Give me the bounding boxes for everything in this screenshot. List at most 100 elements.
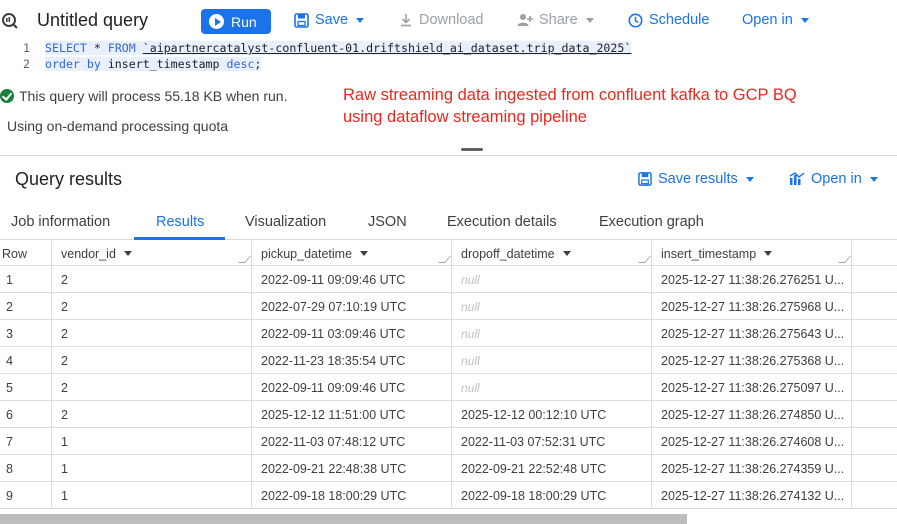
cell-dropoff-datetime[interactable]: null	[452, 320, 652, 347]
cell-insert-timestamp[interactable]: 2025-12-27 11:38:26.275643 U...	[652, 320, 852, 347]
cell-insert-timestamp[interactable]: 2025-12-27 11:38:26.274850 U...	[652, 401, 852, 428]
row-number: 5	[0, 374, 52, 401]
sql-keyword: FROM	[107, 41, 136, 55]
sort-menu-icon[interactable]	[123, 251, 132, 256]
save-button[interactable]: Save	[294, 12, 365, 28]
column-header-insert-timestamp[interactable]: insert_timestamp	[652, 241, 852, 266]
schedule-button[interactable]: Schedule	[628, 12, 709, 28]
cell-dropoff-datetime[interactable]: null	[452, 293, 652, 320]
query-tab-title[interactable]: Untitled query	[37, 10, 148, 31]
table-row[interactable]: 1 2 2022-09-11 09:09:46 UTC null 2025-12…	[0, 266, 897, 293]
download-button[interactable]: Download	[399, 12, 484, 28]
share-label: Share	[539, 12, 578, 28]
cell-dropoff-datetime[interactable]: 2022-09-18 18:00:29 UTC	[452, 482, 652, 509]
save-results-button[interactable]: Save results	[638, 171, 754, 187]
sql-editor[interactable]: 1 SELECT * FROM `aipartnercatalyst-confl…	[0, 40, 897, 76]
cell-vendor-id[interactable]: 1	[52, 428, 252, 455]
column-header-extra	[852, 241, 897, 266]
table-row[interactable]: 5 2 2022-09-11 09:09:46 UTC null 2025-12…	[0, 374, 897, 401]
cell-pickup-datetime[interactable]: 2022-09-18 18:00:29 UTC	[252, 482, 452, 509]
sql-text: *	[86, 41, 108, 55]
cell-vendor-id[interactable]: 2	[52, 320, 252, 347]
cell-vendor-id[interactable]: 2	[52, 347, 252, 374]
cell-pickup-datetime[interactable]: 2022-09-11 09:09:46 UTC	[252, 374, 452, 401]
row-number: 6	[0, 401, 52, 428]
open-in-button[interactable]: Open in	[742, 12, 809, 28]
cell-dropoff-datetime[interactable]: null	[452, 374, 652, 401]
chevron-down-icon	[585, 17, 594, 23]
divider	[0, 155, 897, 156]
cell-pickup-datetime[interactable]: 2022-11-23 18:35:54 UTC	[252, 347, 452, 374]
cell-insert-timestamp[interactable]: 2025-12-27 11:38:26.276251 U...	[652, 266, 852, 293]
column-header-dropoff-datetime[interactable]: dropoff_datetime	[452, 241, 652, 266]
code-text: SELECT * FROM `aipartnercatalyst-conflue…	[45, 41, 632, 55]
table-row[interactable]: 7 1 2022-11-03 07:48:12 UTC 2022-11-03 0…	[0, 428, 897, 455]
table-row[interactable]: 9 1 2022-09-18 18:00:29 UTC 2022-09-18 1…	[0, 482, 897, 509]
cell-pickup-datetime[interactable]: 2022-09-11 03:09:46 UTC	[252, 320, 452, 347]
cell-dropoff-datetime[interactable]: 2025-12-12 00:12:10 UTC	[452, 401, 652, 428]
column-resize-handle[interactable]	[838, 256, 851, 263]
table-row[interactable]: 2 2 2022-07-29 07:10:19 UTC null 2025-12…	[0, 293, 897, 320]
column-header-vendor-id[interactable]: vendor_id	[52, 241, 252, 266]
active-tab-indicator	[134, 237, 225, 240]
sql-keyword: order by	[45, 57, 101, 71]
sql-text: insert_timestamp	[100, 57, 227, 71]
share-button[interactable]: Share	[517, 12, 594, 28]
tab-execution-graph[interactable]: Execution graph	[599, 214, 704, 230]
cell-insert-timestamp[interactable]: 2025-12-27 11:38:26.274132 U...	[652, 482, 852, 509]
cell-vendor-id[interactable]: 2	[52, 374, 252, 401]
table-row[interactable]: 4 2 2022-11-23 18:35:54 UTC null 2025-12…	[0, 347, 897, 374]
cell-vendor-id[interactable]: 1	[52, 455, 252, 482]
cell-pickup-datetime[interactable]: 2022-11-03 07:48:12 UTC	[252, 428, 452, 455]
results-tabs: Job information Results Visualization JS…	[0, 206, 897, 240]
cell-vendor-id[interactable]: 1	[52, 482, 252, 509]
cell-insert-timestamp[interactable]: 2025-12-27 11:38:26.274359 U...	[652, 455, 852, 482]
tab-execution-details[interactable]: Execution details	[447, 214, 557, 230]
sql-keyword: SELECT	[45, 41, 87, 55]
validation-message: This query will process 55.18 KB when ru…	[0, 88, 287, 104]
cell-vendor-id[interactable]: 2	[52, 293, 252, 320]
column-resize-handle[interactable]	[638, 256, 651, 263]
play-icon	[209, 14, 224, 29]
run-label: Run	[231, 13, 257, 30]
cell-insert-timestamp[interactable]: 2025-12-27 11:38:26.275097 U...	[652, 374, 852, 401]
tab-results[interactable]: Results	[156, 214, 204, 230]
cell-vendor-id[interactable]: 2	[52, 401, 252, 428]
table-header: Row vendor_id pickup_datetime dropoff_da…	[0, 241, 897, 266]
cell-pickup-datetime[interactable]: 2025-12-12 11:51:00 UTC	[252, 401, 452, 428]
cell-vendor-id[interactable]: 2	[52, 266, 252, 293]
row-number: 9	[0, 482, 52, 509]
share-icon	[517, 14, 533, 26]
table-row[interactable]: 3 2 2022-09-11 03:09:46 UTC null 2025-12…	[0, 320, 897, 347]
cell-dropoff-datetime[interactable]: 2022-09-21 22:52:48 UTC	[452, 455, 652, 482]
table-row[interactable]: 6 2 2025-12-12 11:51:00 UTC 2025-12-12 0…	[0, 401, 897, 428]
run-button[interactable]: Run	[201, 9, 271, 34]
panel-resize-handle[interactable]	[461, 148, 483, 151]
tab-visualization[interactable]: Visualization	[245, 214, 326, 230]
row-number: 4	[0, 347, 52, 374]
cell-pickup-datetime[interactable]: 2022-09-21 22:48:38 UTC	[252, 455, 452, 482]
sort-menu-icon[interactable]	[562, 251, 571, 256]
cell-insert-timestamp[interactable]: 2025-12-27 11:38:26.274608 U...	[652, 428, 852, 455]
results-open-in-button[interactable]: Open in	[789, 171, 878, 187]
tab-json[interactable]: JSON	[368, 214, 407, 230]
sort-menu-icon[interactable]	[764, 251, 773, 256]
cell-dropoff-datetime[interactable]: null	[452, 266, 652, 293]
schedule-label: Schedule	[649, 12, 710, 28]
column-resize-handle[interactable]	[238, 256, 251, 263]
row-number: 1	[0, 266, 52, 293]
cell-pickup-datetime[interactable]: 2022-09-11 09:09:46 UTC	[252, 266, 452, 293]
tab-job-information[interactable]: Job information	[11, 214, 110, 230]
save-results-label: Save results	[658, 171, 738, 187]
cell-insert-timestamp[interactable]: 2025-12-27 11:38:26.275368 U...	[652, 347, 852, 374]
cell-insert-timestamp[interactable]: 2025-12-27 11:38:26.275968 U...	[652, 293, 852, 320]
cell-dropoff-datetime[interactable]: null	[452, 347, 652, 374]
column-header-pickup-datetime[interactable]: pickup_datetime	[252, 241, 452, 266]
table-row[interactable]: 8 1 2022-09-21 22:48:38 UTC 2022-09-21 2…	[0, 455, 897, 482]
sort-menu-icon[interactable]	[360, 251, 369, 256]
column-resize-handle[interactable]	[438, 256, 451, 263]
horizontal-scrollbar[interactable]	[0, 514, 687, 524]
table-reference[interactable]: `aipartnercatalyst-confluent-01.driftshi…	[143, 41, 632, 55]
cell-dropoff-datetime[interactable]: 2022-11-03 07:52:31 UTC	[452, 428, 652, 455]
cell-pickup-datetime[interactable]: 2022-07-29 07:10:19 UTC	[252, 293, 452, 320]
